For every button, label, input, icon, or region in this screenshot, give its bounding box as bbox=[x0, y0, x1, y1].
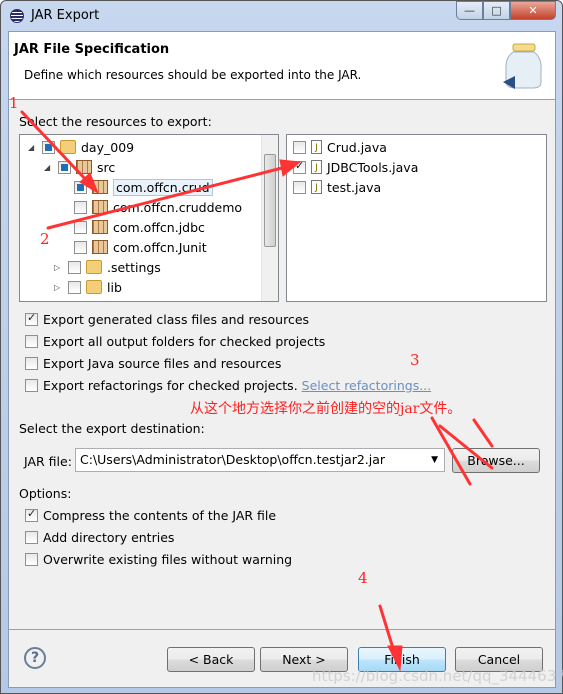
annotation-number-4: 4 bbox=[358, 569, 368, 587]
window-title: JAR Export bbox=[31, 8, 100, 23]
tree-item-label[interactable]: day_009 bbox=[81, 140, 134, 155]
export-class-files-option[interactable]: Export generated class files and resourc… bbox=[25, 309, 309, 329]
project-icon bbox=[60, 140, 76, 154]
tree-item-label[interactable]: .settings bbox=[107, 260, 161, 275]
help-icon[interactable]: ? bbox=[24, 647, 46, 669]
watermark: https://blog.csdn.net/qq_34446379 bbox=[312, 667, 563, 685]
annotation-number-3: 3 bbox=[410, 351, 420, 369]
option-label: Overwrite existing files without warning bbox=[43, 551, 293, 567]
options-label: Options: bbox=[19, 486, 72, 501]
checkbox[interactable] bbox=[25, 530, 38, 544]
java-file-icon: J bbox=[311, 160, 322, 174]
package-icon bbox=[92, 240, 108, 254]
option-label: Export refactorings for checked projects… bbox=[43, 377, 298, 393]
destination-label: Select the export destination: bbox=[19, 421, 205, 436]
export-source-option[interactable]: Export Java source files and resources bbox=[25, 353, 281, 373]
package-warning-icon bbox=[92, 180, 108, 194]
select-refactorings-link[interactable]: Select refactorings... bbox=[302, 378, 431, 393]
file-label[interactable]: JDBCTools.java bbox=[327, 160, 418, 175]
wizard-header: JAR File Specification Define which reso… bbox=[9, 32, 555, 100]
tree-checkbox[interactable] bbox=[74, 200, 87, 214]
tree-checkbox[interactable] bbox=[74, 220, 87, 234]
expand-arrow-icon[interactable]: ▷ bbox=[54, 283, 68, 292]
package-warning-icon bbox=[92, 200, 108, 214]
resources-label: Select the resources to export: bbox=[19, 114, 212, 129]
annotation-number-2: 2 bbox=[40, 230, 50, 248]
java-file-icon: J bbox=[311, 180, 322, 194]
scroll-thumb[interactable] bbox=[264, 154, 276, 247]
tree-item-label[interactable]: src bbox=[97, 160, 115, 175]
jar-file-label: JAR file: bbox=[24, 454, 72, 469]
folder-icon bbox=[86, 260, 102, 274]
tree-item-label[interactable]: com.offcn.crud bbox=[113, 178, 213, 196]
package-warning-icon bbox=[92, 220, 108, 234]
file-checkbox[interactable] bbox=[293, 180, 306, 194]
annotation-note: 从这个地方选择你之前创建的空的jar文件。 bbox=[190, 401, 462, 417]
tree-checkbox[interactable] bbox=[58, 160, 71, 174]
close-button[interactable]: ✕ bbox=[510, 1, 556, 20]
tree-checkbox[interactable] bbox=[74, 240, 87, 254]
option-label: Export all output folders for checked pr… bbox=[43, 333, 326, 349]
maximize-button[interactable]: □ bbox=[483, 1, 510, 20]
collapse-arrow-icon[interactable]: ◢ bbox=[44, 163, 58, 172]
source-folder-icon bbox=[76, 160, 92, 174]
collapse-arrow-icon[interactable]: ◢ bbox=[28, 143, 42, 152]
jar-file-value: C:\Users\Administrator\Desktop\offcn.tes… bbox=[80, 452, 386, 467]
folder-icon bbox=[86, 280, 102, 294]
page-title: JAR File Specification bbox=[14, 42, 170, 57]
jar-icon bbox=[503, 43, 542, 89]
expand-arrow-icon[interactable]: ▷ bbox=[54, 263, 68, 272]
checkbox[interactable] bbox=[25, 507, 38, 522]
tree-checkbox[interactable] bbox=[68, 280, 81, 294]
directory-entries-option[interactable]: Add directory entries bbox=[25, 527, 174, 547]
checkbox[interactable] bbox=[25, 334, 38, 348]
dropdown-arrow-icon[interactable]: ▼ bbox=[431, 449, 438, 471]
option-label: Compress the contents of the JAR file bbox=[43, 507, 277, 523]
option-label: Export Java source files and resources bbox=[43, 355, 282, 371]
tree-scrollbar[interactable] bbox=[261, 135, 278, 301]
dialog-body: JAR File Specification Define which reso… bbox=[8, 31, 556, 688]
checkbox[interactable] bbox=[25, 378, 38, 392]
checkbox[interactable] bbox=[25, 356, 38, 370]
file-label[interactable]: test.java bbox=[327, 180, 381, 195]
overwrite-option[interactable]: Overwrite existing files without warning bbox=[25, 549, 292, 569]
tree-item-label[interactable]: lib bbox=[107, 280, 122, 295]
option-label: Add directory entries bbox=[43, 529, 175, 545]
button-bar-divider bbox=[9, 629, 555, 630]
tree-checkbox[interactable] bbox=[68, 260, 81, 274]
compress-option[interactable]: Compress the contents of the JAR file bbox=[25, 505, 276, 525]
file-list[interactable]: J Crud.java J JDBCTools.java Jtest.java bbox=[286, 134, 547, 302]
file-checkbox[interactable] bbox=[293, 140, 306, 154]
back-button[interactable]: < Back bbox=[167, 647, 255, 672]
eclipse-icon bbox=[10, 9, 24, 23]
export-refactorings-option[interactable]: Export refactorings for checked projects… bbox=[25, 375, 431, 395]
option-label: Export generated class files and resourc… bbox=[43, 311, 310, 327]
browse-button[interactable]: Browse... bbox=[452, 448, 540, 473]
file-label[interactable]: Crud.java bbox=[327, 140, 387, 155]
minimize-button[interactable]: — bbox=[456, 1, 483, 20]
title-bar: JAR Export — □ ✕ bbox=[1, 1, 562, 31]
file-checkbox[interactable] bbox=[293, 159, 306, 174]
jar-file-combo[interactable]: C:\Users\Administrator\Desktop\offcn.tes… bbox=[75, 448, 445, 472]
java-file-icon: J bbox=[311, 140, 322, 154]
jar-export-dialog: JAR Export — □ ✕ JAR File Specification … bbox=[0, 0, 563, 694]
tree-item-label[interactable]: com.offcn.jdbc bbox=[113, 220, 205, 235]
resource-tree[interactable]: ◢ day_009 ◢ src com.offcn.crud com.offcn.c… bbox=[19, 134, 279, 302]
annotation-number-1: 1 bbox=[9, 94, 19, 112]
page-description: Define which resources should be exporte… bbox=[24, 68, 362, 82]
checkbox[interactable] bbox=[25, 552, 38, 566]
tree-checkbox[interactable] bbox=[74, 180, 87, 194]
tree-item-label[interactable]: com.offcn.cruddemo bbox=[113, 200, 242, 215]
checkbox[interactable] bbox=[25, 311, 38, 326]
tree-checkbox[interactable] bbox=[42, 140, 55, 154]
export-output-folders-option[interactable]: Export all output folders for checked pr… bbox=[25, 331, 325, 351]
tree-item-label[interactable]: com.offcn.Junit bbox=[113, 240, 207, 255]
